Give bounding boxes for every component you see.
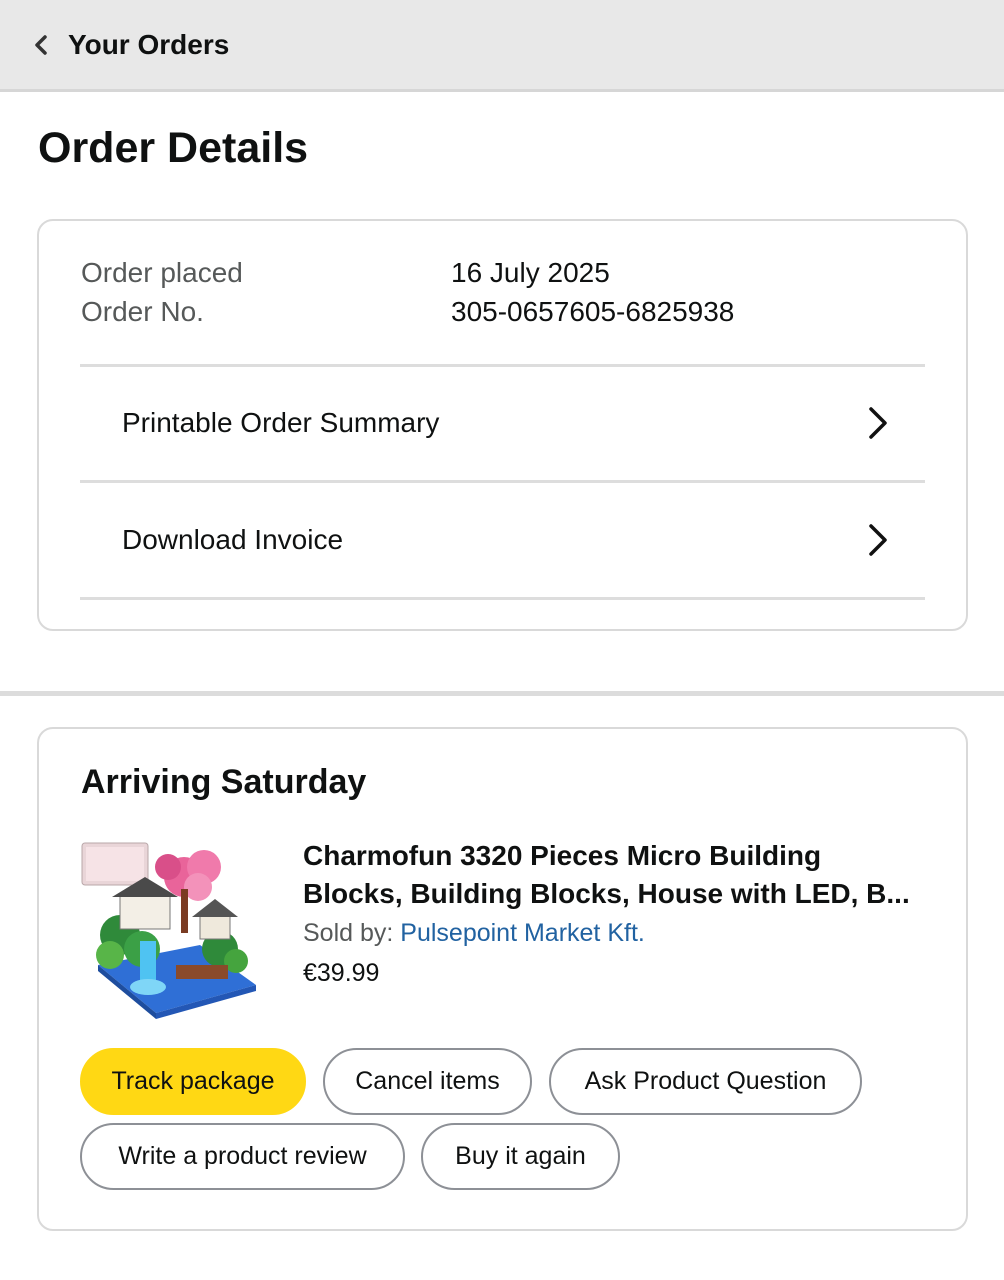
printable-order-summary-link[interactable]: Printable Order Summary — [80, 366, 925, 480]
page-title: Order Details — [38, 124, 309, 172]
order-placed-label: Order placed — [81, 257, 243, 288]
order-number-label: Order No. — [81, 296, 204, 327]
cancel-items-button[interactable]: Cancel items — [323, 1048, 532, 1115]
product-thumbnail-image[interactable] — [80, 837, 260, 1019]
chevron-right-icon — [869, 524, 887, 556]
download-invoice-label: Download Invoice — [122, 524, 344, 555]
sold-by: Sold by: Pulsepoint Market Kft. — [303, 919, 645, 948]
chevron-right-icon — [869, 407, 887, 439]
product-title[interactable]: Charmofun 3320 Pieces Micro Building Blo… — [303, 837, 927, 913]
download-invoice-link[interactable]: Download Invoice — [80, 483, 925, 597]
chevron-left-icon — [35, 34, 47, 55]
buy-it-again-button[interactable]: Buy it again — [421, 1123, 620, 1190]
track-package-button[interactable]: Track package — [80, 1048, 306, 1115]
section-separator — [0, 691, 1004, 696]
back-label: Your Orders — [68, 28, 230, 60]
product-price: €39.99 — [303, 959, 380, 987]
order-placed-value: 16 July 2025 — [451, 257, 610, 288]
printable-order-summary-label: Printable Order Summary — [122, 407, 440, 438]
seller-link[interactable]: Pulsepoint Market Kft. — [400, 919, 645, 947]
ask-product-question-button[interactable]: Ask Product Question — [549, 1048, 862, 1115]
back-to-orders-button[interactable]: Your Orders — [30, 15, 229, 75]
sold-by-label: Sold by: — [303, 919, 401, 947]
order-info-card: Order placed 16 July 2025 Order No. 305-… — [37, 219, 968, 631]
product-title-line1: Charmofun 3320 Pieces Micro Building — [303, 840, 822, 871]
top-bar: Your Orders — [0, 0, 1004, 92]
delivery-status: Arriving Saturday — [81, 763, 367, 801]
write-product-review-button[interactable]: Write a product review — [80, 1123, 405, 1190]
divider — [80, 597, 925, 600]
shipment-card: Arriving Saturday Charmofun 3320 Pieces — [37, 727, 968, 1231]
order-number-value: 305-0657605-6825938 — [451, 296, 735, 327]
product-title-line2: Blocks, Building Blocks, House with LED,… — [303, 878, 910, 909]
